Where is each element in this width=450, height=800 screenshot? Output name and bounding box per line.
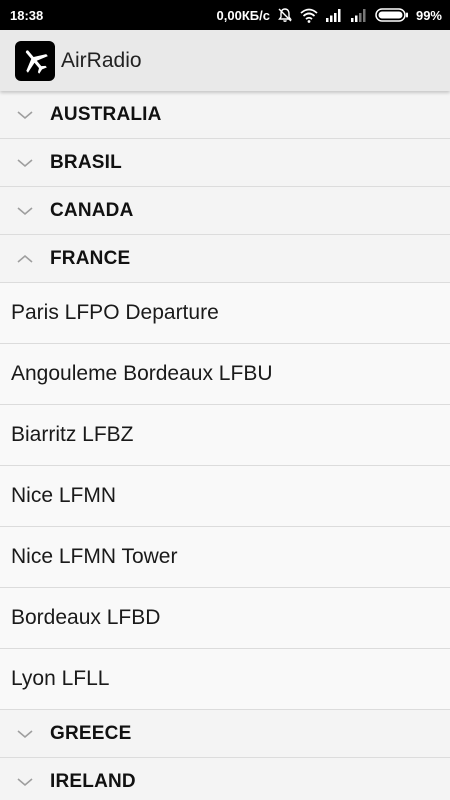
group-australia[interactable]: AUSTRALIA: [0, 91, 450, 139]
group-ireland[interactable]: IRELAND: [0, 758, 450, 800]
chevron-up-icon: [0, 254, 50, 264]
group-label: BRASIL: [50, 151, 122, 173]
status-time: 18:38: [10, 7, 44, 23]
station-item[interactable]: Angouleme Bordeaux LFBU: [0, 344, 450, 405]
group-label: IRELAND: [50, 770, 136, 792]
battery-level: 99%: [415, 7, 442, 23]
chevron-down-icon: [0, 777, 50, 787]
signal-icon: [350, 8, 368, 22]
station-item[interactable]: Nice LFMN: [0, 466, 450, 527]
status-bar: 18:38 0,00КБ/с 99%: [0, 0, 450, 30]
chevron-down-icon: [0, 206, 50, 216]
station-item[interactable]: Nice LFMN Tower: [0, 527, 450, 588]
country-list[interactable]: AUSTRALIA BRASIL CANADA FRANCE Paris LFP…: [0, 91, 450, 800]
chevron-down-icon: [0, 110, 50, 120]
group-label: CANADA: [50, 199, 134, 221]
group-label: AUSTRALIA: [50, 103, 162, 125]
group-brasil[interactable]: BRASIL: [0, 139, 450, 187]
group-label: GREECE: [50, 722, 132, 744]
group-canada[interactable]: CANADA: [0, 187, 450, 235]
network-speed: 0,00КБ/с: [216, 7, 270, 23]
chevron-down-icon: [0, 158, 50, 168]
station-item[interactable]: Bordeaux LFBD: [0, 588, 450, 649]
alarm-off-icon: [277, 7, 293, 23]
group-label: FRANCE: [50, 247, 131, 269]
station-item[interactable]: Lyon LFLL: [0, 649, 450, 710]
battery-icon: [375, 8, 409, 22]
station-item[interactable]: Paris LFPO Departure: [0, 283, 450, 344]
airplane-icon: [15, 40, 55, 81]
app-title: AirRadio: [61, 48, 142, 72]
station-item[interactable]: Biarritz LFBZ: [0, 405, 450, 466]
wifi-icon: [300, 8, 318, 23]
app-bar: AirRadio: [0, 30, 450, 91]
signal-icon: [325, 8, 343, 22]
status-icons: 0,00КБ/с 99%: [217, 7, 442, 23]
group-france[interactable]: FRANCE: [0, 235, 450, 283]
group-greece[interactable]: GREECE: [0, 710, 450, 758]
chevron-down-icon: [0, 729, 50, 739]
